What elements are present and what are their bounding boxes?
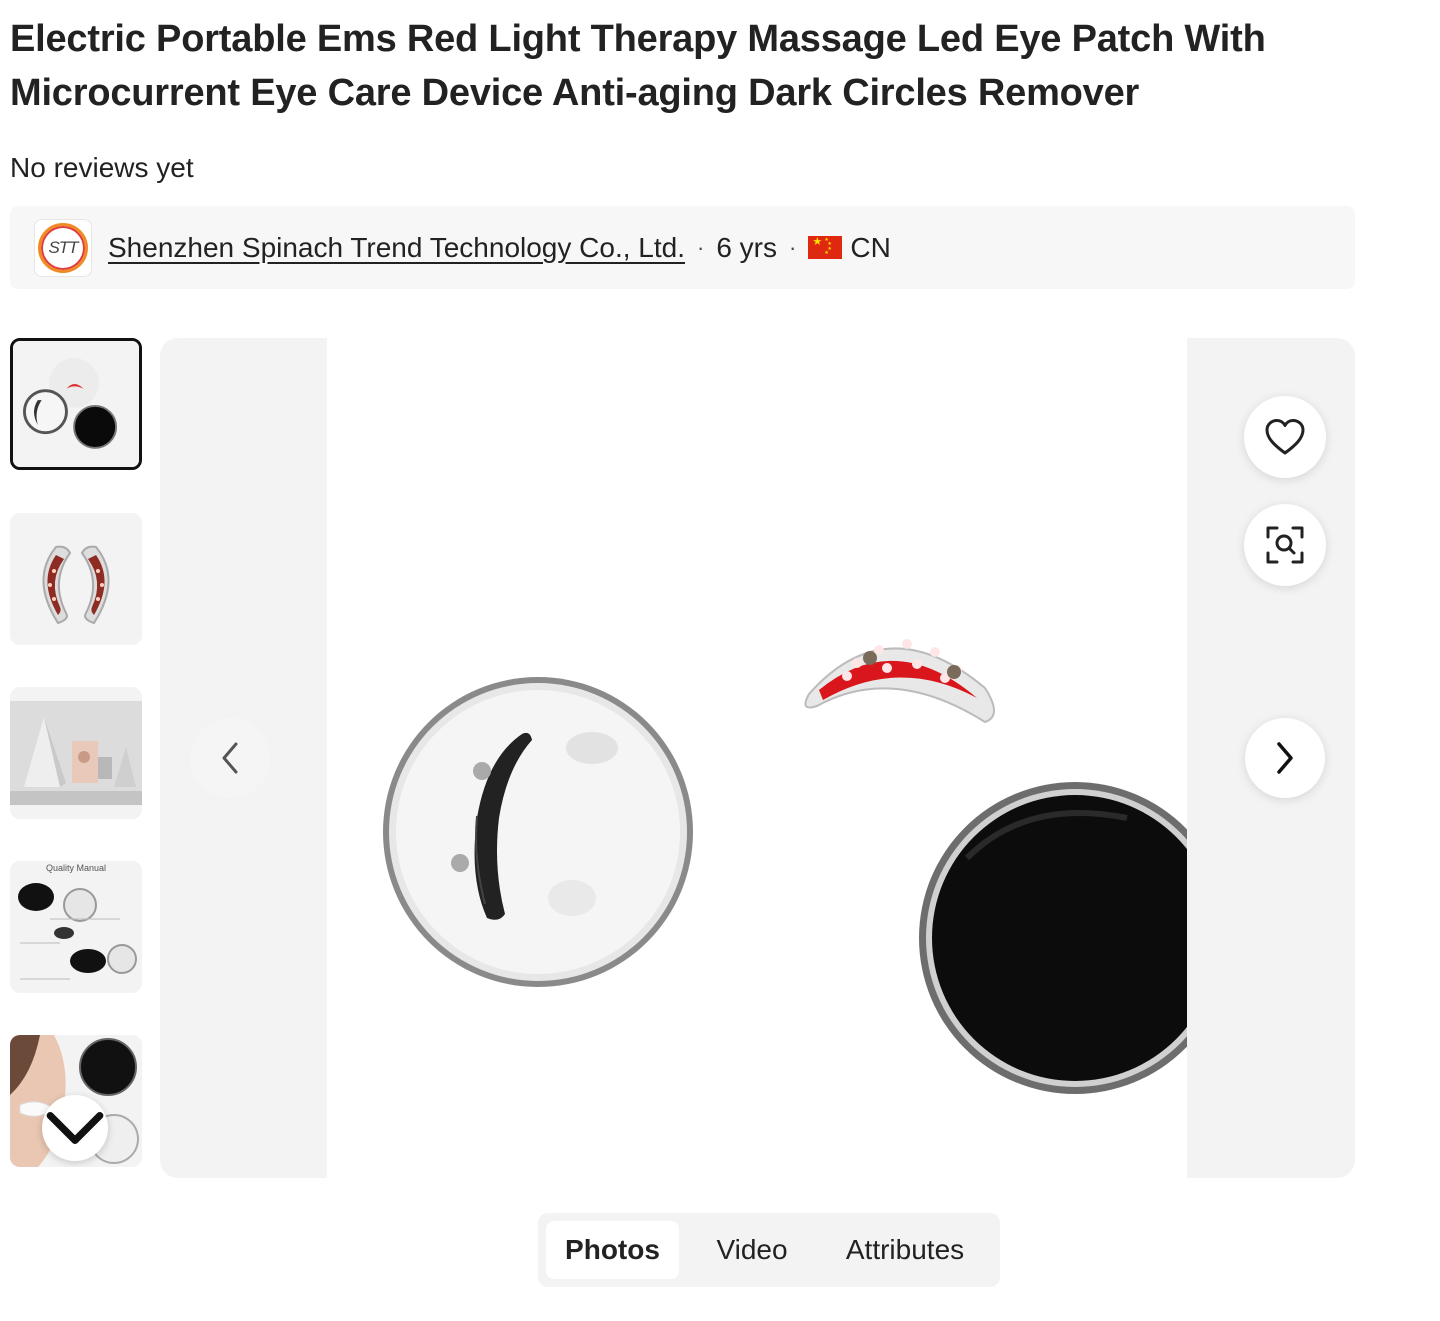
thumbnail-5[interactable]: [10, 1035, 142, 1167]
chevron-right-icon: [1277, 742, 1293, 774]
thumbnail-4[interactable]: Quality Manual: [10, 861, 142, 993]
supplier-logo-text: STT: [38, 222, 88, 273]
tab-attributes[interactable]: Attributes: [825, 1221, 985, 1279]
supplier-name-link[interactable]: Shenzhen Spinach Trend Technology Co., L…: [108, 232, 685, 264]
heart-icon: [1265, 419, 1305, 455]
product-title: Electric Portable Ems Red Light Therapy …: [10, 18, 1266, 114]
supplier-logo[interactable]: STT: [34, 218, 92, 277]
thumbnail-image: [10, 687, 142, 819]
thumbnail-image: [10, 513, 142, 645]
thumbnail-image: [13, 341, 139, 467]
supplier-bar: STT Shenzhen Spinach Trend Technology Co…: [10, 206, 1355, 289]
separator-dot: ·: [789, 234, 797, 260]
next-image-button[interactable]: [1245, 718, 1325, 798]
china-flag-icon: ★ ★ ★ ★ ★: [808, 236, 843, 259]
previous-image-button[interactable]: [190, 718, 270, 798]
media-tabs: Photos Video Attributes: [538, 1213, 1000, 1287]
image-search-button[interactable]: [1244, 504, 1326, 586]
chevron-left-icon: [222, 742, 238, 774]
image-search-icon: [1266, 526, 1304, 564]
review-status: No reviews yet: [10, 152, 194, 183]
chevron-down-icon: [46, 1112, 104, 1144]
thumbnail-2[interactable]: [10, 513, 142, 645]
tab-video[interactable]: Video: [679, 1221, 825, 1279]
add-to-favorites-button[interactable]: [1244, 396, 1326, 478]
thumbnail-1[interactable]: [10, 338, 142, 470]
thumbnail-image: Quality Manual: [10, 861, 142, 993]
separator-dot: ·: [697, 234, 705, 260]
supplier-years: 6 yrs: [716, 231, 778, 263]
supplier-country: CN: [850, 231, 891, 263]
thumbnails-scroll-down-button[interactable]: [42, 1095, 108, 1161]
main-product-image: [383, 639, 1187, 1094]
svg-text:Quality Manual: Quality Manual: [46, 863, 106, 873]
tab-photos[interactable]: Photos: [546, 1221, 679, 1279]
main-image-viewer[interactable]: [160, 338, 1355, 1178]
thumbnail-3[interactable]: [10, 687, 142, 819]
